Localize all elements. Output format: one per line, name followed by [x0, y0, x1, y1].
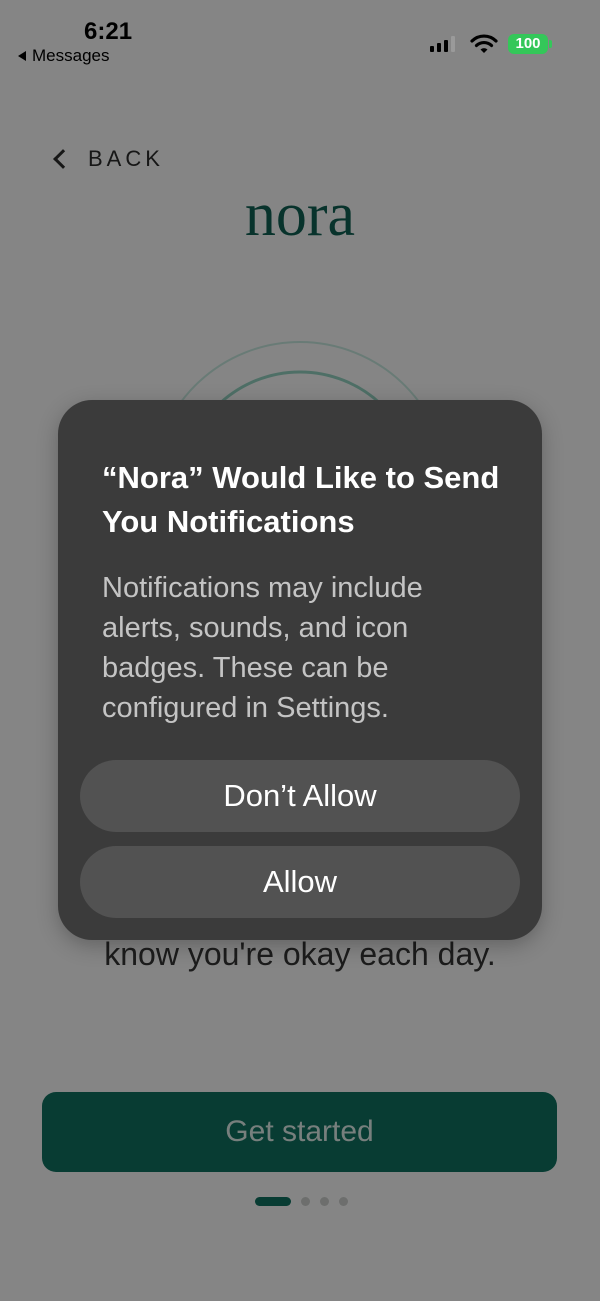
- notification-permission-alert: “Nora” Would Like to Send You Notificati…: [58, 400, 542, 940]
- back-triangle-icon: [18, 51, 26, 61]
- cellular-signal-icon: [430, 36, 455, 52]
- back-app-label: Messages: [32, 46, 110, 65]
- status-bar: 6:21 Messages 100: [0, 0, 600, 72]
- alert-message: Notifications may include alerts, sounds…: [102, 572, 423, 724]
- dont-allow-button[interactable]: Don’t Allow: [80, 760, 520, 832]
- alert-title: “Nora” Would Like to Send You Notificati…: [102, 460, 500, 539]
- back-to-messages-link[interactable]: Messages: [18, 46, 109, 66]
- wifi-icon: [470, 34, 498, 53]
- clock: 6:21: [84, 18, 133, 45]
- battery-indicator: 100: [508, 34, 552, 54]
- allow-button[interactable]: Allow: [80, 846, 520, 918]
